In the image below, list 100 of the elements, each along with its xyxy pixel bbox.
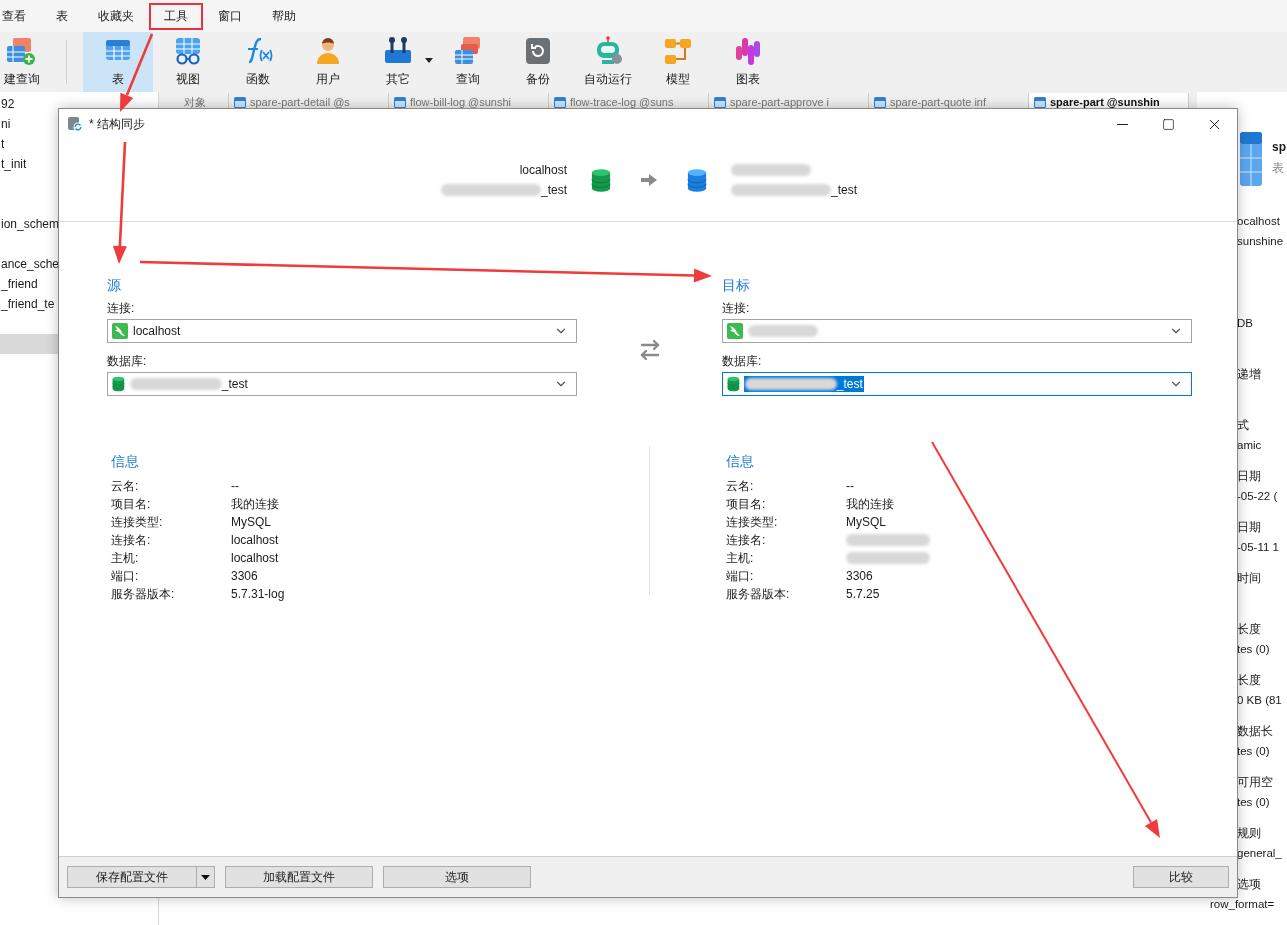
dropdown-button[interactable] — [197, 866, 215, 888]
info-label: 云名: — [726, 478, 755, 495]
toolbar-button[interactable]: 建查询 — [0, 32, 44, 92]
connection-select[interactable]: localhost — [107, 319, 577, 343]
table-icon — [714, 96, 726, 108]
minimize-icon — [1116, 123, 1128, 125]
property-value: sunshine — [1237, 234, 1285, 249]
connection-icon — [727, 323, 743, 339]
info-label: 连接类型: — [726, 514, 779, 531]
info-value: 5.7.25 — [846, 586, 880, 603]
property-label: 递增 — [1237, 367, 1262, 382]
dialog-button[interactable]: 选项 — [383, 866, 531, 888]
toolbar-button[interactable]: 用户 — [293, 32, 363, 92]
info-value: 我的连接 — [231, 496, 279, 513]
database-select[interactable]: _test — [107, 372, 577, 396]
info-value: MySQL — [231, 514, 271, 531]
property-value: tes (0) — [1237, 744, 1271, 759]
property-label: 规则 — [1237, 826, 1262, 841]
property-value: tes (0) — [1237, 642, 1271, 657]
table-icon — [394, 96, 406, 108]
toolbar-button[interactable]: 备份 — [503, 32, 573, 92]
property-label: ocalhost — [1237, 214, 1281, 229]
property-value: -05-22 ( — [1237, 489, 1279, 504]
property-label: 长度 — [1237, 622, 1262, 637]
database-select[interactable]: _test — [722, 372, 1192, 396]
toolbox-icon — [383, 36, 413, 66]
table-glasses-icon — [173, 36, 203, 66]
property-value: row_format= — [1210, 897, 1276, 912]
property-label: 选项 — [1237, 877, 1262, 892]
menu-item[interactable]: 表 — [41, 2, 83, 30]
section-heading: 信息 — [726, 452, 755, 470]
info-label: 云名: — [111, 478, 140, 495]
table-icon — [1240, 132, 1262, 186]
database-icon — [591, 167, 611, 193]
property-value: general_ — [1237, 846, 1283, 861]
toolbar-button[interactable]: 视图 — [153, 32, 223, 92]
menu-item[interactable]: 窗口 — [203, 2, 257, 30]
object-name: sp — [1272, 140, 1286, 154]
toolbar-button[interactable]: 其它 — [363, 32, 433, 92]
object-type: 表 — [1272, 160, 1285, 177]
toolbar-button[interactable]: 模型 — [643, 32, 713, 92]
caret-icon — [201, 874, 210, 880]
property-label: 数据长 — [1237, 724, 1274, 739]
diagram-icon — [663, 36, 693, 66]
dialog-button[interactable]: 比较 — [1133, 866, 1229, 888]
stacked-tables-icon — [453, 36, 483, 66]
sync-icon — [67, 116, 83, 132]
info-value: 3306 — [231, 568, 258, 585]
menu-item[interactable]: 工具 — [149, 2, 203, 30]
property-value: -05-11 1 — [1237, 540, 1280, 555]
restore-icon — [523, 36, 553, 66]
info-value: localhost — [231, 550, 279, 567]
property-label: 式 — [1237, 418, 1250, 433]
info-value: 5.7.31-log — [231, 586, 285, 603]
connection-icon — [112, 323, 128, 339]
database-icon — [687, 167, 707, 193]
database-name: _test — [541, 182, 567, 199]
toolbar-button[interactable]: 查询 — [433, 32, 503, 92]
menu-item[interactable]: 帮助 — [257, 2, 311, 30]
table-icon — [234, 96, 246, 108]
property-value: amic — [1237, 438, 1263, 453]
field-label: 连接: — [722, 300, 751, 316]
database-icon — [112, 376, 125, 392]
connection-select[interactable] — [722, 319, 1192, 343]
info-label: 端口: — [726, 568, 755, 585]
info-value: 我的连接 — [846, 496, 894, 513]
toolbar-button[interactable]: 函数 — [223, 32, 293, 92]
section-heading: 源 — [107, 276, 122, 294]
dialog-button[interactable]: 加载配置文件 — [225, 866, 373, 888]
info-label: 服务器版本: — [111, 586, 176, 603]
property-value: 0 KB (81 — [1237, 693, 1283, 708]
host-name: localhost — [519, 162, 567, 179]
field-label: 数据库: — [107, 353, 148, 369]
info-label: 连接类型: — [111, 514, 164, 531]
table-plus-icon — [7, 36, 37, 66]
info-label: 连接名: — [726, 532, 767, 549]
info-value: MySQL — [846, 514, 886, 531]
section-heading: 目标 — [722, 276, 751, 294]
save-config-button[interactable]: 保存配置文件 — [67, 866, 197, 888]
info-value: -- — [846, 478, 854, 495]
toolbar-button[interactable]: 表 — [83, 32, 153, 92]
toolbar-button[interactable]: 自动运行 — [573, 32, 643, 92]
field-label: 连接: — [107, 300, 136, 316]
property-label: 时间 — [1237, 571, 1262, 586]
field-label: 数据库: — [722, 353, 763, 369]
table-icon — [874, 96, 886, 108]
database-name: _test — [831, 182, 857, 199]
property-label: 日期 — [1237, 469, 1262, 484]
info-label: 项目名: — [111, 496, 152, 513]
info-label: 主机: — [111, 550, 140, 567]
info-value: localhost — [231, 532, 279, 549]
info-label: 连接名: — [111, 532, 152, 549]
toolbar-button[interactable]: 图表 — [713, 32, 783, 92]
property-label: 日期 — [1237, 520, 1262, 535]
menu-item[interactable]: 查看 — [0, 2, 41, 30]
property-label: 长度 — [1237, 673, 1262, 688]
info-value: 3306 — [846, 568, 873, 585]
menu-item[interactable]: 收藏夹 — [83, 2, 149, 30]
property-value: DB — [1237, 316, 1254, 331]
info-label: 端口: — [111, 568, 140, 585]
